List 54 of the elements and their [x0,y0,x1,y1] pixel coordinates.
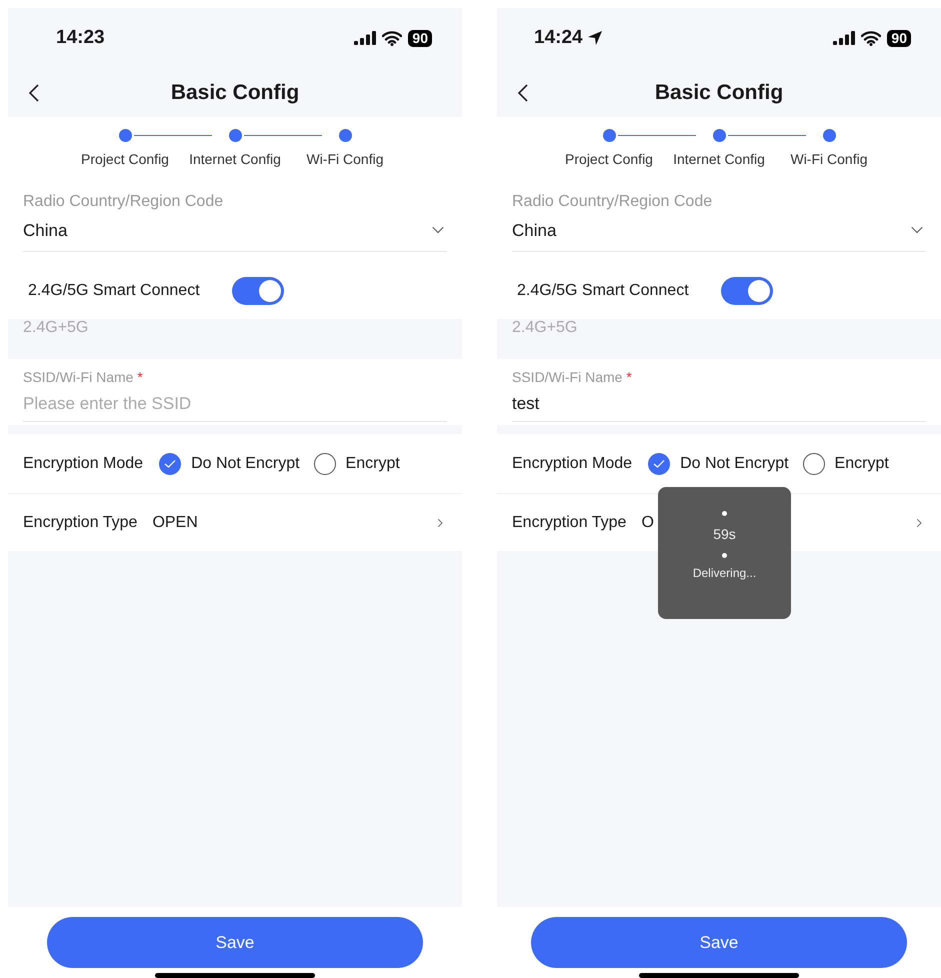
step-label: Project Config [81,151,169,167]
setting-label: 2.4G/5G Smart Connect [517,282,689,300]
back-button[interactable] [28,84,40,102]
signal-icon [833,31,856,45]
step-label: Internet Config [673,151,765,167]
region-select[interactable]: China [23,211,447,252]
location-arrow-icon [586,30,603,46]
step-dot-icon [228,129,242,142]
step-label: Wi-Fi Config [306,151,384,167]
spinner-dot-icon [722,553,727,558]
toast-message: Delivering... [692,566,756,580]
page-title: Basic Config [654,80,784,104]
save-button[interactable]: Save [47,917,423,968]
signal-icon [354,31,376,45]
spinner-dot-icon [722,511,727,516]
radio-option[interactable]: Do Not Encrypt [159,452,300,474]
setting-value: O [641,514,654,532]
countdown-text: 59s [713,526,736,542]
step-dot-icon [118,129,132,142]
battery-level: 90 [887,30,911,46]
step-dot-icon [602,129,616,142]
field-label: Radio Country/Region Code [512,193,714,211]
radio-option[interactable]: Encrypt [802,452,889,474]
band-text: 2.4G+5G [512,319,578,336]
page-title: Basic Config [170,80,300,104]
step-label: Wi-Fi Config [790,151,868,167]
setting-label: Encryption Type [512,514,626,532]
field-label: SSID/Wi-Fi Name * [23,369,144,385]
status-time: 14:23 [56,27,105,49]
field-label: SSID/Wi-Fi Name * [512,369,633,385]
radio-option[interactable]: Do Not Encrypt [648,452,789,474]
wifi-icon [861,30,882,46]
toggle-switch[interactable] [720,276,773,304]
radio-option[interactable]: Encrypt [314,452,400,474]
save-button[interactable]: Save [531,917,907,968]
status-time: 14:24 [534,27,603,49]
setting-label: Encryption Type [23,514,138,532]
setting-label: Encryption Mode [512,454,632,472]
toggle-switch[interactable] [232,276,284,304]
setting-label: Encryption Mode [23,454,144,472]
step-label: Internet Config [189,151,281,167]
field-label: Radio Country/Region Code [23,193,224,211]
battery-level: 90 [408,30,432,46]
step-dot-icon [712,129,726,142]
setting-label: 2.4G/5G Smart Connect [28,282,200,300]
step-dot-icon [822,129,836,142]
step-dot-icon [338,129,352,142]
wifi-icon [382,30,402,46]
region-select[interactable]: China [512,211,926,252]
band-text: 2.4G+5G [23,319,88,336]
ssid-input-field[interactable]: test [512,385,926,422]
step-label: Project Config [565,151,653,167]
setting-value: OPEN [152,514,198,532]
back-button[interactable] [517,84,529,102]
